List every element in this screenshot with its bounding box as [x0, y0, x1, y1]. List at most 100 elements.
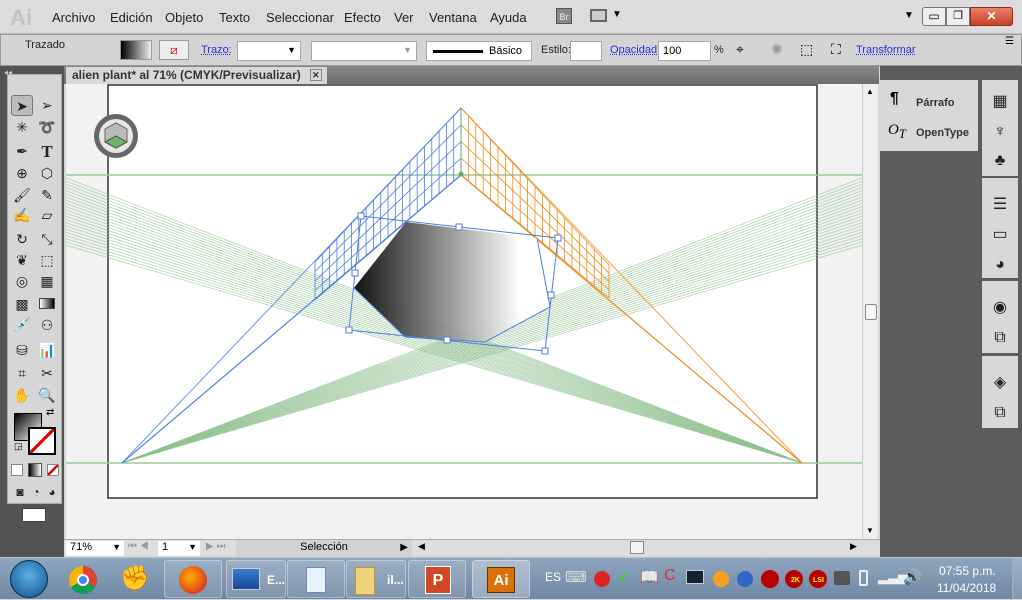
stroke-icon[interactable]: ☰ — [985, 190, 1015, 220]
restore-button[interactable]: ❐ — [946, 7, 970, 26]
workspace-layout-icon[interactable] — [590, 9, 607, 22]
tray-quicktime-icon[interactable] — [737, 571, 753, 587]
rotate-tool-icon[interactable]: ↻ — [11, 229, 33, 250]
menu-edicion[interactable]: Edición — [110, 10, 153, 25]
magic-wand-tool-icon[interactable]: ✳ — [11, 117, 33, 138]
scroll-thumb[interactable] — [865, 304, 877, 320]
vertical-scrollbar[interactable]: ▲ ▼ — [862, 84, 878, 539]
scroll-right-icon[interactable]: ▶ — [850, 541, 857, 552]
transform-link[interactable]: Transformar — [856, 44, 916, 56]
pencil-tool-icon[interactable]: ✎ — [36, 185, 58, 206]
scroll-up-icon[interactable]: ▲ — [866, 87, 874, 96]
menu-efecto[interactable]: Efecto — [344, 10, 381, 25]
pen-tool-icon[interactable]: ✒ — [11, 141, 33, 162]
horizontal-scroll-thumb[interactable] — [630, 541, 644, 554]
tray-red-ball-2k-icon[interactable]: 2K — [785, 570, 803, 588]
bridge-button[interactable]: Br — [556, 8, 572, 24]
panel-menu-icon[interactable]: ☰ — [1005, 36, 1014, 47]
keyboard-icon[interactable]: ⌨ — [565, 568, 587, 586]
perspective-grid-tool-icon[interactable]: ▦ — [36, 271, 58, 292]
close-tab-icon[interactable]: ✕ — [309, 69, 322, 81]
eraser-tool-icon[interactable]: ▱ — [36, 205, 58, 226]
language-indicator[interactable]: ES — [545, 570, 561, 584]
polar-grid-tool-icon[interactable]: ⊕ — [11, 163, 33, 184]
tray-error-icon[interactable] — [594, 571, 610, 587]
gradient-tool-icon[interactable] — [36, 294, 58, 315]
fill-swatch[interactable] — [120, 40, 152, 60]
first-artboard-icon[interactable]: ⏮ ◀ — [128, 541, 149, 552]
taskbar-document-window[interactable] — [287, 560, 345, 598]
recolor-icon[interactable]: ⌖ — [736, 41, 744, 58]
mesh-tool-icon[interactable]: ▩ — [11, 294, 33, 315]
paragraph-icon[interactable]: ¶ — [890, 90, 899, 108]
powerpoint-button[interactable]: P — [408, 560, 466, 598]
default-colors-icon[interactable]: ◲ — [14, 441, 23, 452]
chrome-icon[interactable] — [69, 566, 97, 594]
opacity-link[interactable]: Opacidad: — [610, 44, 660, 56]
firefox-button[interactable] — [164, 560, 222, 598]
brushes-icon[interactable]: ♆ — [985, 117, 1015, 147]
menu-ayuda[interactable]: Ayuda — [490, 10, 527, 25]
warp-tool-icon[interactable]: ❦ — [11, 250, 33, 271]
appearance-icon[interactable]: ◉ — [985, 293, 1015, 323]
artboard-tool-icon[interactable]: ⌗ — [11, 363, 33, 384]
scale-tool-icon[interactable]: ⤡ — [36, 229, 58, 250]
color-mode-icon[interactable] — [11, 464, 23, 476]
menu-texto[interactable]: Texto — [219, 10, 250, 25]
panel-paragraph[interactable]: Párrafo — [916, 97, 955, 109]
symbol-sprayer-tool-icon[interactable]: ⛁ — [11, 340, 33, 361]
type-tool-icon[interactable]: T — [36, 141, 58, 162]
variable-width-dropdown[interactable]: ▼ — [311, 41, 417, 61]
next-artboard-icon[interactable]: ▶ ⏭ — [206, 541, 225, 552]
blend-tool-icon[interactable]: ⚇ — [36, 315, 58, 336]
menu-objeto[interactable]: Objeto — [165, 10, 203, 25]
tray-update-icon[interactable] — [713, 571, 729, 587]
stroke-none-swatch[interactable]: ⧄ — [159, 40, 189, 60]
taskbar-explorer-window[interactable]: E... — [226, 560, 286, 598]
shape-builder-tool-icon[interactable]: ◎ — [11, 271, 33, 292]
none-mode-icon[interactable] — [47, 464, 59, 476]
clock-date[interactable]: 11/04/2018 — [937, 581, 996, 595]
artboard-dropdown[interactable]: 1 ▼ — [158, 541, 200, 556]
menu-ventana[interactable]: Ventana — [429, 10, 477, 25]
brush-dropdown[interactable]: Básico — [426, 41, 532, 61]
show-desktop-button[interactable] — [1012, 558, 1022, 600]
gradient-mode-icon[interactable] — [28, 463, 42, 477]
document-tab[interactable]: alien plant* al 71% (CMYK/Previsualizar)… — [66, 67, 327, 84]
clock-time[interactable]: 07:55 p.m. — [939, 564, 996, 578]
style-dropdown[interactable] — [570, 41, 602, 61]
workspace-dropdown-icon[interactable]: ▼ — [904, 10, 914, 21]
status-dropdown[interactable]: Selección ▶ — [236, 540, 412, 556]
swap-colors-icon[interactable]: ⇄ — [46, 407, 54, 418]
draw-inside-icon[interactable]: ◕ — [41, 482, 63, 503]
column-graph-tool-icon[interactable]: 📊 — [36, 340, 58, 361]
tray-drive-icon[interactable] — [834, 571, 850, 585]
canvas[interactable]: ✕ — [66, 84, 862, 539]
chevron-down-icon[interactable]: ▼ — [612, 9, 622, 20]
paintbrush-tool-icon[interactable]: 🖌 — [11, 185, 33, 206]
scroll-down-icon[interactable]: ▼ — [866, 526, 874, 535]
menu-seleccionar[interactable]: Seleccionar — [266, 10, 334, 25]
tray-red-ball-icon[interactable] — [761, 570, 779, 588]
volume-icon[interactable]: 🔊 — [903, 568, 922, 586]
zoom-dropdown[interactable]: 71% ▼ — [66, 541, 124, 556]
battery-icon[interactable] — [859, 570, 868, 586]
eyedropper-tool-icon[interactable]: 💉 — [11, 315, 33, 336]
graphic-style-icon[interactable]: ✺ — [771, 41, 783, 58]
gamepad-app-icon[interactable]: ✊ — [120, 564, 150, 593]
stroke-weight-field[interactable]: ▼ — [237, 41, 301, 61]
graphic-styles-icon[interactable]: ⧉ — [985, 323, 1015, 353]
artboards-icon[interactable]: ⧉ — [985, 398, 1015, 428]
free-transform-tool-icon[interactable]: ⬚ — [36, 250, 58, 271]
tray-red-ball-lsi-icon[interactable]: LSI — [809, 570, 827, 588]
gradient-icon[interactable]: ▭ — [985, 220, 1015, 250]
perspective-artwork[interactable]: ✕ — [66, 84, 862, 539]
menu-archivo[interactable]: Archivo — [52, 10, 95, 25]
selection-tool-icon[interactable]: ➤ — [11, 95, 33, 116]
start-button[interactable] — [10, 560, 48, 598]
panel-opentype[interactable]: OpenType — [916, 127, 969, 139]
transparency-icon[interactable]: ◕ — [985, 250, 1015, 280]
tray-printer-check-icon[interactable]: ✔ — [617, 568, 630, 586]
tray-monitor-icon[interactable] — [686, 570, 704, 584]
opacity-field[interactable]: 100 — [658, 41, 711, 61]
